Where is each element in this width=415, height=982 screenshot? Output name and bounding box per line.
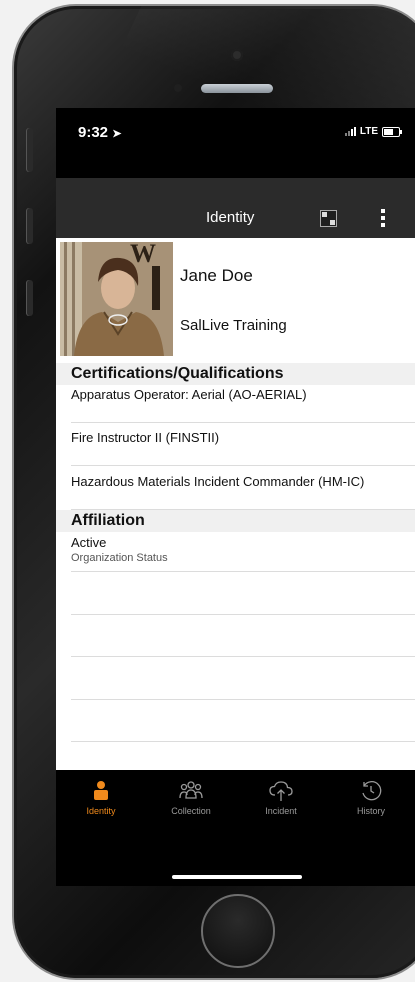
mute-switch bbox=[26, 128, 33, 172]
proximity-sensor bbox=[174, 84, 182, 92]
volume-down-button bbox=[26, 280, 33, 316]
group-icon bbox=[179, 780, 203, 802]
certification-label: Fire Instructor II (FINSTII) bbox=[71, 430, 220, 445]
tab-incident[interactable]: Incident bbox=[236, 770, 326, 830]
tab-collection-label: Collection bbox=[171, 806, 211, 816]
certification-item[interactable]: Fire Instructor II (FINSTII) bbox=[71, 430, 415, 466]
tab-identity-label: Identity bbox=[86, 806, 116, 816]
home-indicator[interactable] bbox=[172, 875, 302, 879]
certifications-heading: Certifications/Qualifications bbox=[56, 363, 415, 385]
organization-status-value: Active bbox=[71, 535, 107, 550]
organization-status-label: Organization Status bbox=[71, 552, 168, 564]
tab-bar: Identity Collection Incident History bbox=[56, 770, 415, 830]
list-divider bbox=[71, 699, 415, 700]
history-clock-icon bbox=[360, 780, 382, 804]
phone-screen: 9:32 ➤ LTE Identity W Jane Doe SalLive T… bbox=[56, 108, 415, 886]
front-camera bbox=[231, 49, 243, 61]
page-title: Identity bbox=[206, 209, 255, 226]
list-divider bbox=[71, 741, 415, 742]
expand-icon[interactable] bbox=[320, 210, 337, 227]
tab-history-label: History bbox=[356, 806, 385, 816]
earpiece-speaker bbox=[201, 84, 273, 93]
phone-frame: 9:32 ➤ LTE Identity W Jane Doe SalLive T… bbox=[14, 6, 415, 978]
affiliation-heading: Affiliation bbox=[56, 510, 415, 532]
list-divider bbox=[71, 656, 415, 657]
svg-text:W: W bbox=[130, 242, 156, 268]
tab-identity[interactable]: Identity bbox=[56, 770, 146, 830]
more-options-icon[interactable] bbox=[381, 209, 386, 227]
list-divider bbox=[71, 614, 415, 615]
avatar: W bbox=[60, 242, 173, 356]
identity-content: W Jane Doe SalLive Training Certificatio… bbox=[56, 238, 415, 770]
tab-collection[interactable]: Collection bbox=[146, 770, 236, 830]
firefighter-photo-icon: W bbox=[60, 242, 173, 356]
certification-item[interactable]: Apparatus Operator: Aerial (AO-AERIAL) bbox=[71, 387, 415, 423]
status-indicators: LTE bbox=[344, 126, 402, 137]
profile-card: W Jane Doe SalLive Training bbox=[56, 238, 415, 356]
status-bar: 9:32 ➤ LTE bbox=[56, 108, 415, 178]
status-time: 9:32 ➤ bbox=[78, 124, 121, 141]
signal-icon bbox=[344, 127, 356, 136]
certification-label: Hazardous Materials Incident Commander (… bbox=[71, 474, 365, 489]
tab-history[interactable]: History bbox=[326, 770, 415, 830]
profile-name: Jane Doe bbox=[180, 266, 253, 285]
location-arrow-icon: ➤ bbox=[112, 128, 122, 140]
certification-label: Apparatus Operator: Aerial (AO-AERIAL) bbox=[71, 387, 307, 402]
volume-up-button bbox=[26, 208, 33, 244]
profile-organization: SalLive Training bbox=[180, 317, 287, 334]
certification-item[interactable]: Hazardous Materials Incident Commander (… bbox=[71, 474, 415, 510]
network-label: LTE bbox=[359, 126, 378, 137]
status-time-text: 9:32 bbox=[78, 124, 109, 141]
person-icon bbox=[93, 780, 109, 802]
home-button[interactable] bbox=[201, 894, 275, 968]
battery-icon bbox=[382, 126, 402, 137]
app-header: Identity bbox=[56, 178, 415, 238]
cloud-upload-icon bbox=[268, 780, 294, 804]
affiliation-item[interactable]: Active Organization Status bbox=[71, 535, 415, 572]
tab-incident-label: Incident bbox=[265, 806, 297, 816]
